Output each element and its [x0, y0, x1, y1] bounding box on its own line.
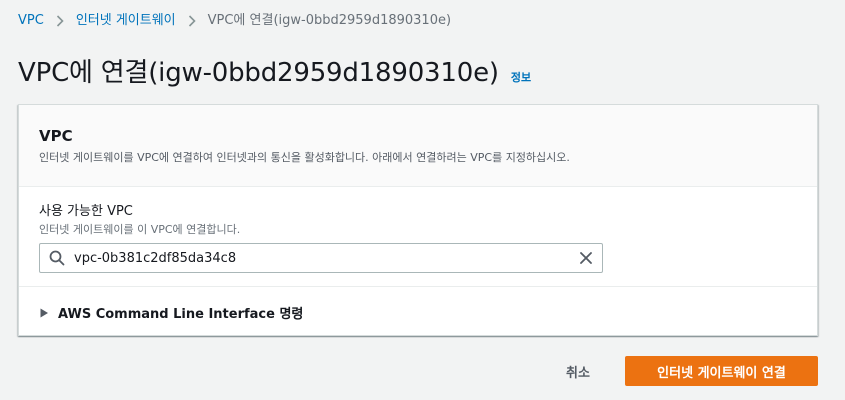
cancel-button[interactable]: 취소 — [548, 356, 608, 386]
panel-title: VPC — [39, 127, 73, 145]
page-header: VPC에 연결(igw-0bbd2959d1890310e) 정보 — [18, 52, 531, 89]
caret-right-icon — [40, 308, 48, 317]
field-hint: 인터넷 게이트웨이를 이 VPC에 연결합니다. — [39, 223, 241, 236]
chevron-right-icon — [188, 15, 196, 27]
vpc-search-input[interactable] — [74, 249, 564, 267]
breadcrumb-item-vpc[interactable]: VPC — [18, 12, 44, 30]
chevron-right-icon — [56, 15, 64, 27]
panel-description: 인터넷 게이트웨이를 VPC에 연결하여 인터넷과의 통신을 활성화합니다. 아… — [39, 151, 570, 164]
vpc-panel: VPC 인터넷 게이트웨이를 VPC에 연결하여 인터넷과의 통신을 활성화합니… — [18, 104, 818, 336]
breadcrumb: VPC 인터넷 게이트웨이 VPC에 연결(igw-0bbd2959d18903… — [18, 12, 451, 30]
cli-command-label: AWS Command Line Interface 명령 — [58, 307, 304, 322]
page-title: VPC에 연결(igw-0bbd2959d1890310e) — [18, 58, 499, 88]
breadcrumb-item-internet-gateways[interactable]: 인터넷 게이트웨이 — [76, 12, 176, 30]
cli-command-expander[interactable]: AWS Command Line Interface 명령 — [39, 303, 303, 322]
breadcrumb-item-current: VPC에 연결(igw-0bbd2959d1890310e) — [207, 13, 452, 28]
available-vpc-field: 사용 가능한 VPC 인터넷 게이트웨이를 이 VPC에 연결합니다. — [19, 187, 817, 287]
search-icon — [49, 250, 65, 266]
info-link[interactable]: 정보 — [511, 69, 531, 85]
close-icon[interactable] — [578, 250, 594, 266]
attach-internet-gateway-button[interactable]: 인터넷 게이트웨이 연결 — [625, 356, 818, 386]
vpc-search-box[interactable] — [39, 243, 603, 273]
field-label: 사용 가능한 VPC — [39, 204, 133, 219]
panel-header: VPC 인터넷 게이트웨이를 VPC에 연결하여 인터넷과의 통신을 활성화합니… — [19, 105, 817, 187]
